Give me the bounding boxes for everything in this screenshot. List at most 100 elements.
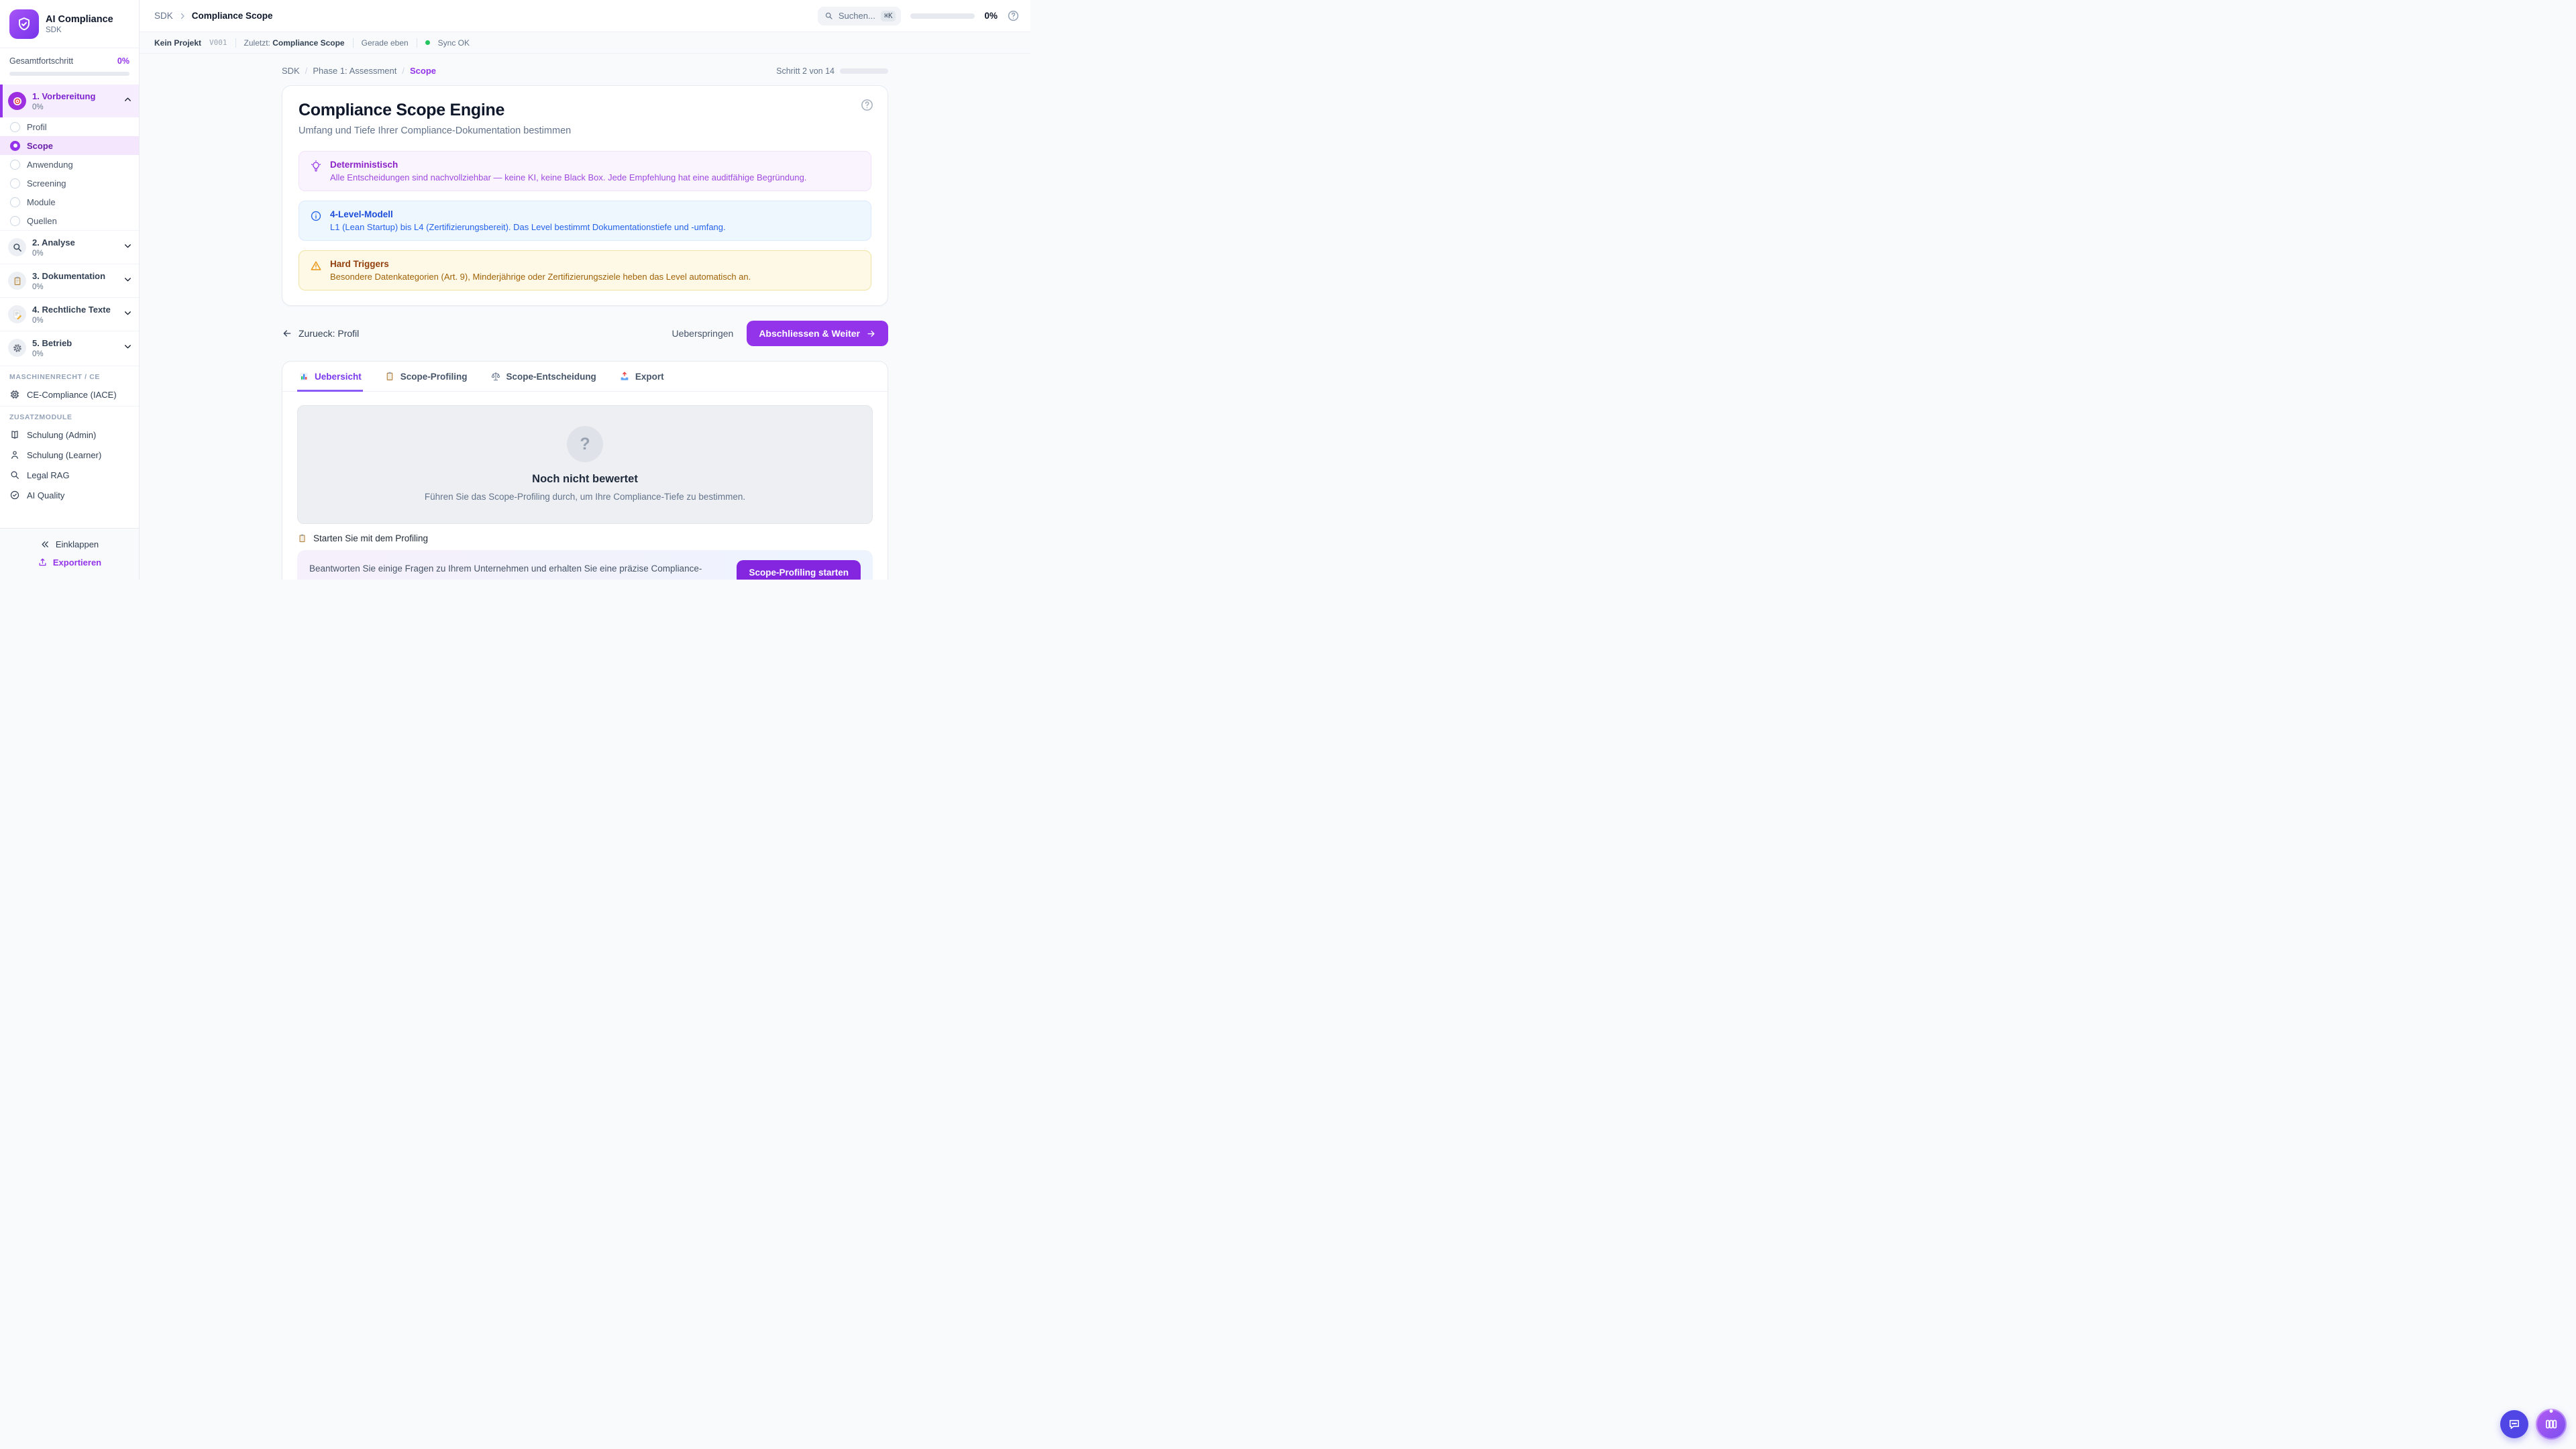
sidebar-item-legal-rag[interactable]: Legal RAG bbox=[0, 465, 139, 485]
breadcrumb-sdk[interactable]: SDK bbox=[282, 66, 300, 76]
last-step-value: Compliance Scope bbox=[272, 38, 344, 48]
search-icon bbox=[824, 11, 833, 20]
phase-substeps: Profil Scope Anwendung Screening Module bbox=[0, 117, 139, 230]
info-icon bbox=[310, 210, 322, 222]
wizard-nav-row: Zurueck: Profil Ueberspringen Abschliess… bbox=[282, 321, 888, 346]
panels-button[interactable] bbox=[2536, 1409, 2567, 1440]
shield-logo-icon bbox=[9, 9, 39, 39]
phase-percent: 0% bbox=[32, 103, 117, 111]
sidebar-item-ce-compliance[interactable]: CE-Compliance (IACE) bbox=[0, 384, 139, 405]
book-icon bbox=[9, 429, 20, 440]
step-label: Quellen bbox=[27, 216, 57, 226]
project-name: Kein Projekt bbox=[154, 38, 201, 48]
export-label: Exportieren bbox=[53, 557, 101, 568]
sidebar-step-anwendung[interactable]: Anwendung bbox=[0, 155, 139, 174]
sidebar-step-module[interactable]: Module bbox=[0, 193, 139, 211]
page-subtitle: Umfang und Tiefe Ihrer Compliance-Dokume… bbox=[299, 125, 871, 136]
page-content: SDK / Phase 1: Assessment / Scope Schrit… bbox=[140, 54, 1030, 580]
chevron-down-icon bbox=[123, 309, 132, 321]
main-area: SDK Compliance Scope Suchen... ⌘K 0% Kei… bbox=[140, 0, 1030, 580]
export-button[interactable]: Exportieren bbox=[0, 553, 139, 572]
tab-label: Scope-Profiling bbox=[400, 372, 468, 382]
sidebar-item-label: Schulung (Admin) bbox=[27, 430, 96, 440]
info-box-title: 4-Level-Modell bbox=[330, 209, 726, 219]
overall-progress-label: Gesamtfortschritt bbox=[9, 56, 73, 66]
help-icon[interactable] bbox=[1007, 9, 1020, 22]
lightbulb-icon bbox=[310, 160, 322, 172]
page-breadcrumb: SDK / Phase 1: Assessment / Scope bbox=[282, 66, 436, 76]
info-box-hard-triggers: Hard Triggers Besondere Datenkategorien … bbox=[299, 250, 871, 290]
breadcrumb-phase[interactable]: Phase 1: Assessment bbox=[313, 66, 396, 76]
info-box-title: Hard Triggers bbox=[330, 259, 751, 269]
sidebar-item-label: CE-Compliance (IACE) bbox=[27, 390, 117, 400]
sidebar-item-ai-quality[interactable]: AI Quality bbox=[0, 485, 139, 505]
page-breadcrumb-row: SDK / Phase 1: Assessment / Scope Schrit… bbox=[282, 66, 888, 76]
step-label: Screening bbox=[27, 178, 66, 189]
tab-uebersicht[interactable]: Uebersicht bbox=[297, 362, 363, 392]
scale-icon bbox=[490, 371, 501, 382]
chat-button[interactable] bbox=[2500, 1410, 2528, 1438]
last-step-label: Zuletzt: Compliance Scope bbox=[244, 38, 345, 48]
step-progress-bar bbox=[840, 68, 888, 74]
divider bbox=[353, 38, 354, 48]
breadcrumb-current: Compliance Scope bbox=[192, 11, 273, 21]
sidebar-phase-betrieb[interactable]: 5. Betrieb 0% bbox=[0, 331, 139, 364]
search-shortcut-kbd: ⌘K bbox=[881, 11, 896, 21]
skip-button[interactable]: Ueberspringen bbox=[672, 328, 733, 339]
breadcrumb-root[interactable]: SDK bbox=[154, 11, 173, 21]
sidebar-item-label: Schulung (Learner) bbox=[27, 450, 101, 460]
search-input[interactable]: Suchen... ⌘K bbox=[818, 7, 902, 25]
sidebar-nav: 1. Vorbereitung 0% Profil Scope Anwendun… bbox=[0, 85, 139, 580]
topbar-progress-bar bbox=[910, 13, 975, 19]
sidebar-item-label: Legal RAG bbox=[27, 470, 70, 480]
sidebar-phase-vorbereitung[interactable]: 1. Vorbereitung 0% bbox=[0, 85, 139, 117]
cta-box: Beantworten Sie einige Fragen zu Ihrem U… bbox=[297, 550, 873, 580]
radio-unselected-icon bbox=[10, 122, 20, 132]
radio-unselected-icon bbox=[10, 178, 20, 189]
overall-progress-value: 0% bbox=[117, 56, 129, 66]
tab-scope-profiling[interactable]: Scope-Profiling bbox=[383, 362, 469, 392]
info-box-deterministisch: Deterministisch Alle Entscheidungen sind… bbox=[299, 151, 871, 191]
overall-progress-bar bbox=[9, 72, 129, 76]
sidebar-step-scope[interactable]: Scope bbox=[0, 136, 139, 155]
sidebar-footer: Einklappen Exportieren bbox=[0, 528, 139, 580]
chevron-up-icon bbox=[123, 95, 132, 107]
chevron-down-icon bbox=[123, 275, 132, 287]
sidebar-phase-rechtliche-texte[interactable]: 4. Rechtliche Texte 0% bbox=[0, 297, 139, 331]
info-box-body: Alle Entscheidungen sind nachvollziehbar… bbox=[330, 172, 806, 182]
sidebar-phase-analyse[interactable]: 2. Analyse 0% bbox=[0, 230, 139, 264]
empty-state-title: Noch nicht bewertet bbox=[532, 473, 638, 486]
collapse-sidebar-button[interactable]: Einklappen bbox=[0, 535, 139, 553]
clipboard-icon bbox=[8, 272, 26, 290]
phase-label: 1. Vorbereitung bbox=[32, 91, 95, 101]
complete-next-button[interactable]: Abschliessen & Weiter bbox=[747, 321, 888, 346]
tab-export[interactable]: Export bbox=[618, 362, 665, 392]
person-icon bbox=[9, 449, 20, 460]
sidebar: AI Compliance SDK Gesamtfortschritt 0% 1… bbox=[0, 0, 140, 580]
breadcrumb-current-step: Scope bbox=[410, 66, 436, 76]
sidebar-step-quellen[interactable]: Quellen bbox=[0, 211, 139, 230]
phase-label: 2. Analyse bbox=[32, 237, 75, 248]
last-saved-time: Gerade eben bbox=[362, 38, 409, 48]
app-title: AI Compliance bbox=[46, 14, 113, 25]
info-box-body: Besondere Datenkategorien (Art. 9), Mind… bbox=[330, 272, 751, 282]
sidebar-step-screening[interactable]: Screening bbox=[0, 174, 139, 193]
app-screen: AI Compliance SDK Gesamtfortschritt 0% 1… bbox=[0, 0, 1030, 580]
tab-scope-entscheidung[interactable]: Scope-Entscheidung bbox=[489, 362, 598, 392]
back-button[interactable]: Zurueck: Profil bbox=[282, 328, 359, 339]
arrow-left-icon bbox=[282, 328, 292, 339]
card-help-icon[interactable] bbox=[860, 98, 874, 115]
radio-selected-icon bbox=[10, 141, 20, 151]
collapse-label: Einklappen bbox=[56, 539, 99, 549]
tab-label: Uebersicht bbox=[315, 372, 362, 382]
memo-icon bbox=[8, 305, 26, 323]
sidebar-item-schulung-learner[interactable]: Schulung (Learner) bbox=[0, 445, 139, 465]
start-scope-profiling-button[interactable]: Scope-Profiling starten bbox=[737, 560, 861, 580]
step-label: Anwendung bbox=[27, 160, 73, 170]
floating-action-buttons bbox=[2500, 1409, 2567, 1440]
chevron-down-icon bbox=[123, 241, 132, 254]
sidebar-step-profil[interactable]: Profil bbox=[0, 117, 139, 136]
sidebar-item-schulung-admin[interactable]: Schulung (Admin) bbox=[0, 425, 139, 445]
phase-label: 5. Betrieb bbox=[32, 338, 72, 348]
sidebar-phase-dokumentation[interactable]: 3. Dokumentation 0% bbox=[0, 264, 139, 297]
